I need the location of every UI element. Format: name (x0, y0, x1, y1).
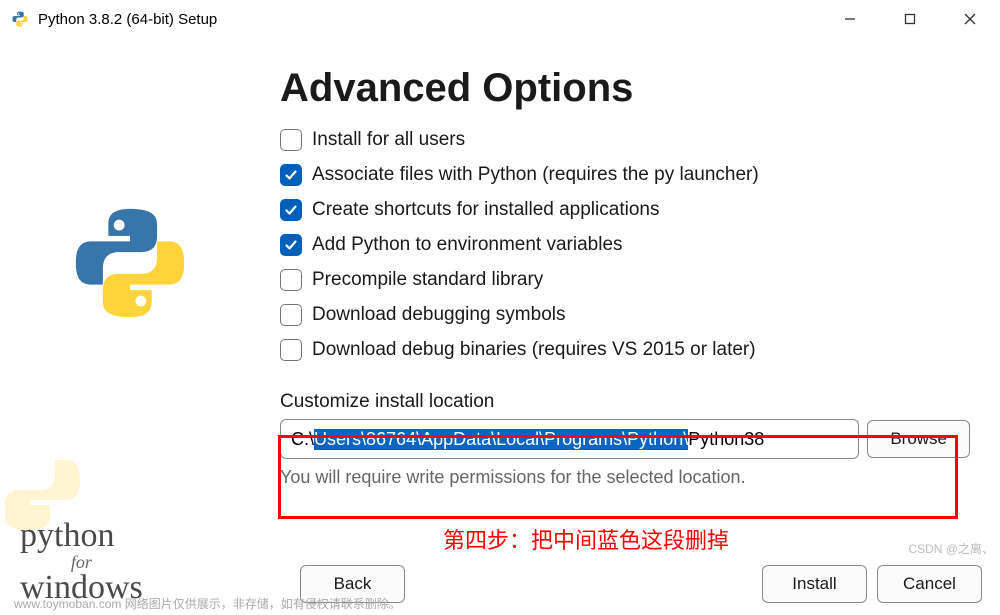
checkbox[interactable] (280, 129, 302, 151)
option-row[interactable]: Precompile standard library (280, 269, 970, 291)
brand-text: python for windows (20, 519, 143, 605)
checkbox[interactable] (280, 199, 302, 221)
checkbox[interactable] (280, 234, 302, 256)
python-icon (10, 9, 30, 29)
brand-python: python (20, 519, 143, 553)
button-row: Back Install Cancel (300, 565, 982, 603)
option-label: Download debug binaries (requires VS 201… (312, 339, 756, 361)
checkbox[interactable] (280, 304, 302, 326)
option-row[interactable]: Associate files with Python (requires th… (280, 164, 970, 186)
annotation-text: 第四步：把中间蓝色这段删掉 (443, 523, 729, 555)
option-row[interactable]: Install for all users (280, 129, 970, 151)
cancel-button[interactable]: Cancel (877, 565, 982, 603)
option-label: Add Python to environment variables (312, 234, 623, 256)
path-prefix: C:\ (291, 429, 314, 450)
option-row[interactable]: Create shortcuts for installed applicati… (280, 199, 970, 221)
customize-section: Customize install location C:\Users\8676… (280, 391, 970, 488)
minimize-button[interactable] (820, 0, 880, 38)
checkbox[interactable] (280, 269, 302, 291)
option-row[interactable]: Download debug binaries (requires VS 201… (280, 339, 970, 361)
titlebar: Python 3.8.2 (64-bit) Setup (0, 0, 1000, 38)
checkbox[interactable] (280, 164, 302, 186)
maximize-button[interactable] (880, 0, 940, 38)
page-title: Advanced Options (280, 66, 970, 111)
path-suffix: Python38 (688, 429, 764, 450)
browse-button[interactable]: Browse (867, 420, 970, 458)
watermark-right: CSDN @之离、 (908, 540, 994, 557)
path-selected: Users\86764\AppData\Local\Programs\Pytho… (314, 429, 688, 450)
customize-label: Customize install location (280, 391, 970, 413)
close-button[interactable] (940, 0, 1000, 38)
option-label: Install for all users (312, 129, 465, 151)
install-button[interactable]: Install (762, 565, 867, 603)
sidebar: python for windows (0, 38, 260, 615)
checkbox[interactable] (280, 339, 302, 361)
option-row[interactable]: Add Python to environment variables (280, 234, 970, 256)
permission-note: You will require write permissions for t… (280, 467, 970, 488)
install-path-input[interactable]: C:\Users\86764\AppData\Local\Programs\Py… (280, 419, 859, 459)
option-label: Download debugging symbols (312, 304, 566, 326)
watermark-bottom: www.toymoban.com 网络图片仅供展示，非存储，如有侵权请联系删除。 (14, 595, 401, 612)
option-label: Associate files with Python (requires th… (312, 164, 759, 186)
option-label: Precompile standard library (312, 269, 543, 291)
option-row[interactable]: Download debugging symbols (280, 304, 970, 326)
options-list: Install for all users Associate files wit… (280, 129, 970, 361)
python-logo (65, 198, 195, 333)
window-controls (820, 0, 1000, 38)
option-label: Create shortcuts for installed applicati… (312, 199, 659, 221)
window-title: Python 3.8.2 (64-bit) Setup (38, 11, 217, 28)
